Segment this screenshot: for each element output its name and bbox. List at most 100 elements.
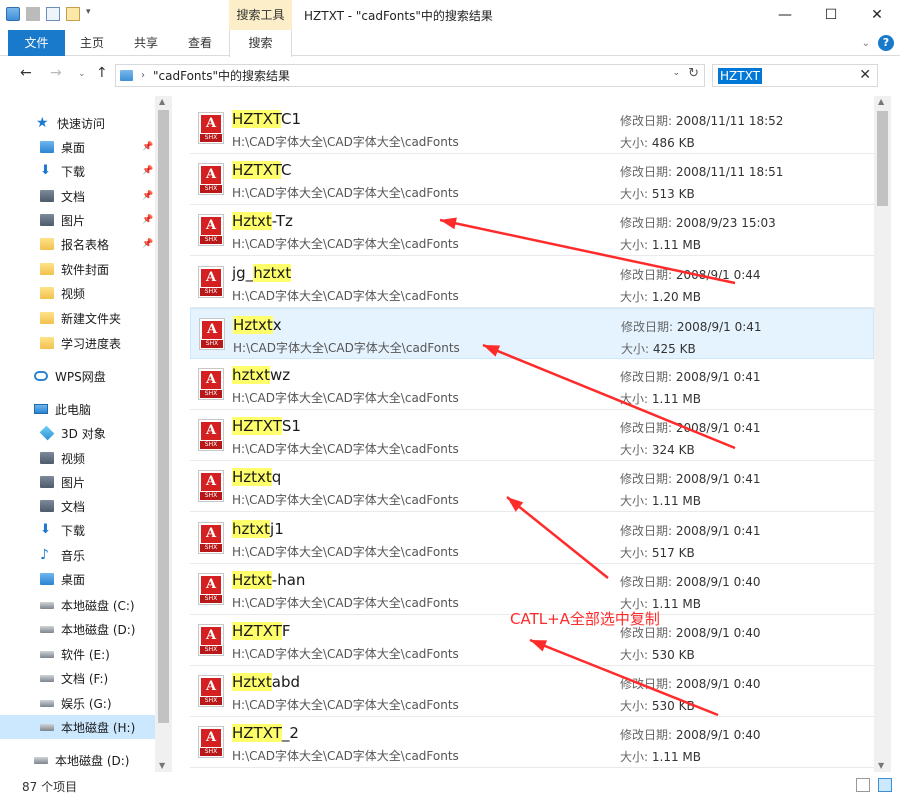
sidebar-item[interactable]: 学习进度表 bbox=[0, 331, 156, 355]
file-name[interactable]: HZTXTF bbox=[232, 622, 291, 640]
search-input[interactable]: HZTXT ✕ bbox=[712, 64, 878, 87]
file-row[interactable]: A SHX Hztxt-Tz H:\CAD字体大全\CAD字体大全\cadFonts 修… bbox=[190, 205, 874, 257]
close-button[interactable]: ✕ bbox=[854, 0, 900, 30]
file-name[interactable]: HZTXT_2 bbox=[232, 724, 299, 743]
file-name[interactable]: HZTXTS1 bbox=[232, 417, 301, 436]
details-view-icon[interactable] bbox=[856, 778, 870, 792]
address-bar[interactable]: › "cadFonts"中的搜索结果 ⌄ ↻ bbox=[115, 64, 705, 87]
file-name[interactable]: jg_hztxt bbox=[232, 263, 292, 282]
sidebar-item[interactable]: 文档 (F:) bbox=[0, 666, 156, 690]
file-list: A SHX HZTXTC1 H:\CAD字体大全\CAD字体大全\cadFonts 修改… bbox=[190, 100, 874, 775]
sidebar-item[interactable]: 3D 对象 bbox=[0, 421, 156, 445]
sidebar-item[interactable]: 桌面 bbox=[0, 567, 156, 591]
properties-icon[interactable] bbox=[46, 7, 60, 21]
file-row[interactable]: A SHX HZTXTC H:\CAD字体大全\CAD字体大全\cadFonts 修改日… bbox=[190, 154, 874, 206]
chevron-down-icon[interactable]: ⌄ bbox=[862, 38, 870, 49]
sidebar-item[interactable]: 文档 bbox=[0, 494, 156, 518]
tab-share[interactable]: 共享 bbox=[120, 30, 172, 56]
sidebar-item[interactable]: WPS网盘 bbox=[0, 364, 156, 388]
file-icon-ext: SHX bbox=[200, 390, 222, 398]
sidebar-item[interactable]: 新建文件夹 bbox=[0, 306, 156, 330]
sidebar-item[interactable]: 图片 📌 bbox=[0, 208, 156, 232]
tab-home[interactable]: 主页 bbox=[66, 30, 118, 56]
sidebar-item[interactable]: 软件封面 bbox=[0, 257, 156, 281]
file-icon-ext: SHX bbox=[201, 339, 223, 348]
scroll-up-icon[interactable]: ▲ bbox=[159, 97, 165, 106]
tab-search[interactable]: 搜索 bbox=[229, 30, 292, 57]
file-name[interactable]: HZTXTC1 bbox=[232, 110, 301, 128]
file-row[interactable]: A SHX Hztxtq H:\CAD字体大全\CAD字体大全\cadFonts 修改日… bbox=[190, 461, 874, 513]
sidebar-item[interactable]: ★ 快速访问 bbox=[0, 111, 156, 135]
nav-pane-scrollbar[interactable]: ▲ ▼ bbox=[155, 96, 172, 772]
file-name[interactable]: Hztxtx bbox=[233, 315, 282, 334]
sidebar-item[interactable]: 桌面 📌 bbox=[0, 135, 156, 159]
scrollbar-thumb[interactable] bbox=[877, 111, 888, 206]
sidebar-item[interactable]: 软件 (E:) bbox=[0, 642, 156, 666]
search-query[interactable]: HZTXT bbox=[718, 68, 762, 84]
file-name[interactable]: Hztxtq bbox=[232, 468, 281, 487]
sidebar-item[interactable]: ⬇ 下载 bbox=[0, 518, 156, 542]
sidebar-item[interactable]: 报名表格 📌 bbox=[0, 232, 156, 256]
file-name[interactable]: Hztxt-Tz bbox=[232, 212, 293, 231]
minimize-button[interactable]: — bbox=[762, 0, 808, 30]
pin-icon[interactable]: 📌 bbox=[142, 239, 153, 249]
scrollbar-thumb[interactable] bbox=[158, 110, 169, 723]
folder-icon bbox=[40, 287, 54, 299]
search-folder-icon bbox=[120, 70, 133, 81]
up-button[interactable]: ↑ bbox=[96, 65, 108, 81]
file-row[interactable]: A SHX hztxtwz H:\CAD字体大全\CAD字体大全\cadFonts 修改… bbox=[190, 359, 874, 410]
refresh-button[interactable]: ↻ bbox=[688, 66, 699, 81]
customize-toolbar-icon[interactable]: ▾ bbox=[86, 7, 91, 21]
file-row[interactable]: A SHX HZTXTS1 H:\CAD字体大全\CAD字体大全\cadFonts 修改… bbox=[190, 410, 874, 462]
file-name[interactable]: Hztxtabd bbox=[232, 673, 300, 692]
sidebar-item[interactable]: 此电脑 bbox=[0, 397, 156, 421]
content-view-icon[interactable] bbox=[878, 778, 892, 792]
pin-icon[interactable]: 📌 bbox=[142, 142, 153, 152]
file-row[interactable]: A SHX hztxtj1 H:\CAD字体大全\CAD字体大全\cadFonts 修改… bbox=[190, 513, 874, 564]
shx-file-icon: A SHX bbox=[198, 214, 224, 247]
scroll-down-icon[interactable]: ▼ bbox=[878, 761, 884, 770]
scroll-up-icon[interactable]: ▲ bbox=[878, 97, 884, 106]
sidebar-item[interactable]: ⬇ 下载 📌 bbox=[0, 159, 156, 183]
file-size: 大小: 486 KB bbox=[620, 134, 695, 151]
file-name[interactable]: HZTXTC bbox=[232, 161, 292, 180]
file-row[interactable]: A SHX HZTXTC1 H:\CAD字体大全\CAD字体大全\cadFonts 修改… bbox=[190, 103, 874, 154]
pin-icon[interactable]: 📌 bbox=[142, 166, 153, 176]
new-folder-icon[interactable] bbox=[66, 7, 80, 21]
pin-icon[interactable]: 📌 bbox=[142, 215, 153, 225]
size-label: 大小: bbox=[620, 648, 649, 662]
file-row[interactable]: A SHX jg_hztxt H:\CAD字体大全\CAD字体大全\cadFonts 修… bbox=[190, 257, 874, 308]
pin-icon[interactable]: 📌 bbox=[142, 191, 153, 201]
sidebar-item[interactable]: 视频 bbox=[0, 281, 156, 305]
address-dropdown-icon[interactable]: ⌄ bbox=[672, 68, 680, 78]
recent-locations-icon[interactable]: ⌄ bbox=[78, 69, 86, 79]
sidebar-item[interactable]: 本地磁盘 (C:) bbox=[0, 593, 156, 617]
breadcrumb-separator-icon[interactable]: › bbox=[141, 70, 145, 81]
file-list-scrollbar[interactable]: ▲ ▼ bbox=[874, 96, 891, 772]
sidebar-item[interactable]: 本地磁盘 (D:) bbox=[0, 617, 156, 641]
forward-button[interactable]: → bbox=[50, 65, 62, 81]
sidebar-item[interactable]: 本地磁盘 (H:) bbox=[0, 715, 156, 739]
tab-file[interactable]: 文件 bbox=[8, 30, 65, 56]
clear-search-button[interactable]: ✕ bbox=[859, 67, 871, 83]
sidebar-item-label: 新建文件夹 bbox=[61, 311, 122, 326]
file-row[interactable]: A SHX HZTXT_2 H:\CAD字体大全\CAD字体大全\cadFonts 修改… bbox=[190, 717, 874, 769]
file-row[interactable]: A SHX Hztxtx H:\CAD字体大全\CAD字体大全\cadFonts 修改日… bbox=[190, 307, 874, 359]
sidebar-item[interactable]: 娱乐 (G:) bbox=[0, 691, 156, 715]
back-button[interactable]: ← bbox=[20, 65, 32, 81]
file-name[interactable]: Hztxt-han bbox=[232, 570, 305, 589]
maximize-button[interactable]: ☐ bbox=[808, 0, 854, 30]
sidebar-item[interactable]: 文档 📌 bbox=[0, 184, 156, 208]
file-row[interactable]: A SHX Hztxtabd H:\CAD字体大全\CAD字体大全\cadFonts 修… bbox=[190, 666, 874, 718]
tab-view[interactable]: 查看 bbox=[174, 30, 226, 56]
sidebar-item[interactable]: ♪ 音乐 bbox=[0, 543, 156, 567]
file-name[interactable]: hztxtj1 bbox=[232, 519, 284, 538]
file-name[interactable]: hztxtwz bbox=[232, 366, 290, 384]
breadcrumb[interactable]: "cadFonts"中的搜索结果 bbox=[153, 67, 290, 84]
sidebar-item[interactable]: 本地磁盘 (D:) bbox=[0, 748, 156, 772]
sidebar-item[interactable]: 视频 bbox=[0, 446, 156, 470]
modified-date: 修改日期: 2008/9/1 0:41 bbox=[621, 318, 762, 335]
help-icon[interactable]: ? bbox=[878, 35, 894, 51]
sidebar-item[interactable]: 图片 bbox=[0, 470, 156, 494]
scroll-down-icon[interactable]: ▼ bbox=[159, 761, 165, 770]
